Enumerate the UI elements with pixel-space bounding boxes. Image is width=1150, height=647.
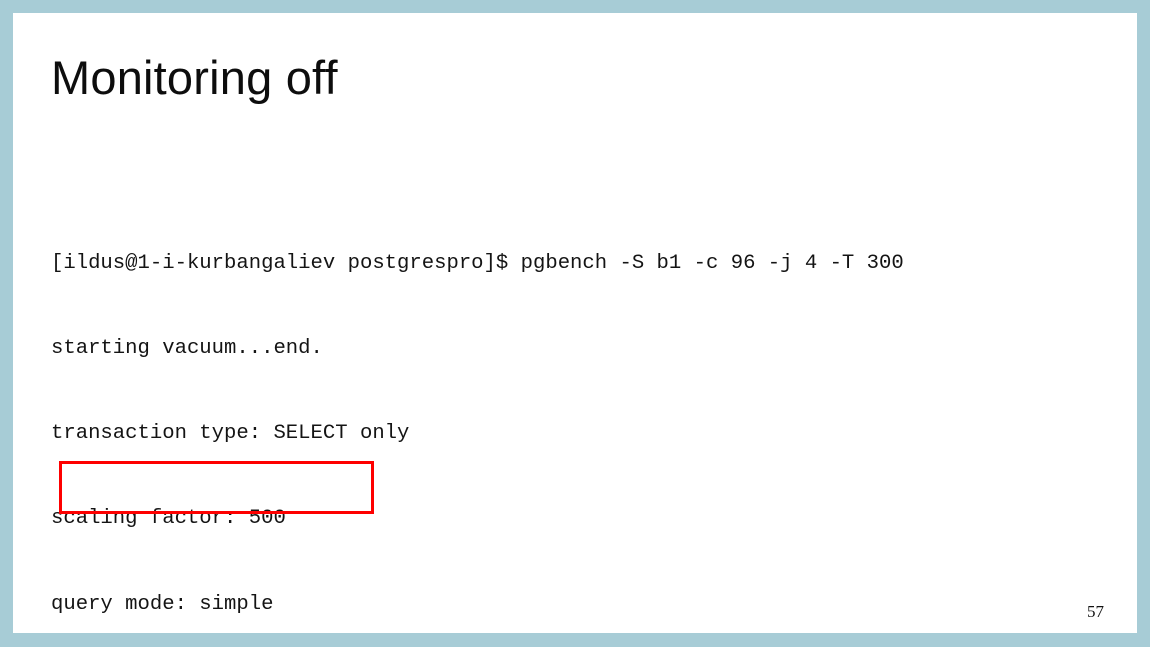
page-number: 57 bbox=[1087, 602, 1104, 621]
page-title: Monitoring off bbox=[51, 51, 338, 104]
slide: Monitoring off [ildus@1-i-kurbangaliev p… bbox=[0, 0, 1150, 647]
terminal-line: query mode: simple bbox=[51, 592, 274, 616]
terminal-line: starting vacuum...end. bbox=[51, 337, 323, 361]
terminal-line: scaling factor: 500 bbox=[51, 507, 286, 531]
terminal-line: transaction type: SELECT only bbox=[51, 422, 410, 446]
slide-content-area: Monitoring off [ildus@1-i-kurbangaliev p… bbox=[13, 13, 1137, 633]
terminal-line: [ildus@1-i-kurbangaliev postgrespro]$ pg… bbox=[51, 251, 904, 275]
terminal-output-block: [ildus@1-i-kurbangaliev postgrespro]$ pg… bbox=[51, 193, 904, 633]
